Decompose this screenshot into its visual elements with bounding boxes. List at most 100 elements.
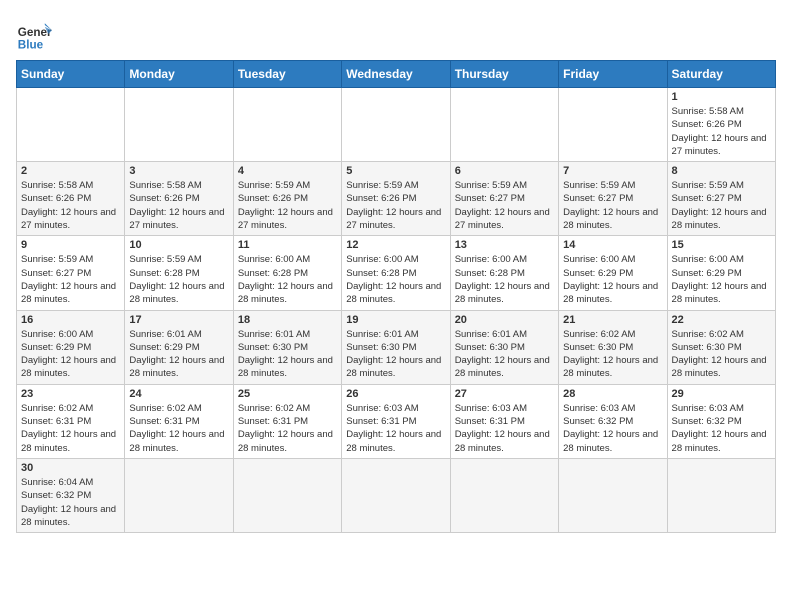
day-number: 25 bbox=[238, 388, 337, 400]
day-cell bbox=[233, 88, 341, 162]
calendar-table: SundayMondayTuesdayWednesdayThursdayFrid… bbox=[16, 60, 776, 533]
day-cell: 7 Sunrise: 5:59 AM Sunset: 6:27 PM Daylig… bbox=[559, 162, 667, 236]
day-cell bbox=[667, 458, 775, 532]
day-number: 17 bbox=[129, 314, 228, 326]
week-row-1: 1 Sunrise: 5:58 AM Sunset: 6:26 PM Daylig… bbox=[17, 88, 776, 162]
day-info: Sunrise: 6:00 AM Sunset: 6:29 PM Dayligh… bbox=[563, 253, 662, 306]
day-cell bbox=[233, 458, 341, 532]
day-number: 23 bbox=[21, 388, 120, 400]
week-row-4: 16 Sunrise: 6:00 AM Sunset: 6:29 PM Dayli… bbox=[17, 310, 776, 384]
weekday-header-monday: Monday bbox=[125, 61, 233, 88]
day-number: 30 bbox=[21, 462, 120, 474]
day-info: Sunrise: 5:58 AM Sunset: 6:26 PM Dayligh… bbox=[672, 105, 771, 158]
logo-icon: General Blue bbox=[16, 16, 52, 52]
header: General Blue bbox=[16, 16, 776, 52]
day-cell: 13 Sunrise: 6:00 AM Sunset: 6:28 PM Dayli… bbox=[450, 236, 558, 310]
day-cell: 8Sunrise: 5:59 AM Sunset: 6:27 PM Daylig… bbox=[667, 162, 775, 236]
day-info: Sunrise: 6:02 AM Sunset: 6:30 PM Dayligh… bbox=[563, 328, 662, 381]
day-info: Sunrise: 6:01 AM Sunset: 6:30 PM Dayligh… bbox=[346, 328, 445, 381]
day-number: 9 bbox=[21, 239, 120, 251]
day-cell: 9Sunrise: 5:59 AM Sunset: 6:27 PM Daylig… bbox=[17, 236, 125, 310]
day-cell: 20 Sunrise: 6:01 AM Sunset: 6:30 PM Dayli… bbox=[450, 310, 558, 384]
weekday-header-wednesday: Wednesday bbox=[342, 61, 450, 88]
day-info: Sunrise: 6:03 AM Sunset: 6:31 PM Dayligh… bbox=[346, 402, 445, 455]
day-cell bbox=[342, 458, 450, 532]
day-number: 16 bbox=[21, 314, 120, 326]
day-info: Sunrise: 6:02 AM Sunset: 6:31 PM Dayligh… bbox=[21, 402, 120, 455]
day-info: Sunrise: 5:59 AM Sunset: 6:27 PM Dayligh… bbox=[455, 179, 554, 232]
day-number: 1 bbox=[672, 91, 771, 103]
day-info: Sunrise: 6:01 AM Sunset: 6:30 PM Dayligh… bbox=[238, 328, 337, 381]
day-cell: 30 Sunrise: 6:04 AM Sunset: 6:32 PM Dayli… bbox=[17, 458, 125, 532]
weekday-header-tuesday: Tuesday bbox=[233, 61, 341, 88]
day-cell: 12Sunrise: 6:00 AM Sunset: 6:28 PM Dayli… bbox=[342, 236, 450, 310]
day-cell: 18 Sunrise: 6:01 AM Sunset: 6:30 PM Dayli… bbox=[233, 310, 341, 384]
day-cell bbox=[342, 88, 450, 162]
day-info: Sunrise: 6:02 AM Sunset: 6:31 PM Dayligh… bbox=[238, 402, 337, 455]
day-cell: 10Sunrise: 5:59 AM Sunset: 6:28 PM Dayli… bbox=[125, 236, 233, 310]
day-number: 5 bbox=[346, 165, 445, 177]
day-info: Sunrise: 6:00 AM Sunset: 6:29 PM Dayligh… bbox=[21, 328, 120, 381]
svg-text:Blue: Blue bbox=[18, 38, 44, 51]
day-info: Sunrise: 5:59 AM Sunset: 6:26 PM Dayligh… bbox=[346, 179, 445, 232]
day-number: 18 bbox=[238, 314, 337, 326]
day-cell: 22 Sunrise: 6:02 AM Sunset: 6:30 PM Dayli… bbox=[667, 310, 775, 384]
day-info: Sunrise: 6:00 AM Sunset: 6:29 PM Dayligh… bbox=[672, 253, 771, 306]
day-cell bbox=[450, 458, 558, 532]
day-info: Sunrise: 5:59 AM Sunset: 6:26 PM Dayligh… bbox=[238, 179, 337, 232]
day-info: Sunrise: 6:01 AM Sunset: 6:30 PM Dayligh… bbox=[455, 328, 554, 381]
weekday-header-row: SundayMondayTuesdayWednesdayThursdayFrid… bbox=[17, 61, 776, 88]
weekday-header-sunday: Sunday bbox=[17, 61, 125, 88]
day-number: 19 bbox=[346, 314, 445, 326]
day-number: 20 bbox=[455, 314, 554, 326]
svg-text:General: General bbox=[18, 26, 52, 39]
day-cell bbox=[125, 458, 233, 532]
day-number: 8 bbox=[672, 165, 771, 177]
day-cell: 14 Sunrise: 6:00 AM Sunset: 6:29 PM Dayli… bbox=[559, 236, 667, 310]
day-number: 28 bbox=[563, 388, 662, 400]
day-number: 24 bbox=[129, 388, 228, 400]
day-number: 3 bbox=[129, 165, 228, 177]
day-number: 27 bbox=[455, 388, 554, 400]
day-cell: 6Sunrise: 5:59 AM Sunset: 6:27 PM Daylig… bbox=[450, 162, 558, 236]
day-info: Sunrise: 5:58 AM Sunset: 6:26 PM Dayligh… bbox=[129, 179, 228, 232]
day-info: Sunrise: 6:00 AM Sunset: 6:28 PM Dayligh… bbox=[346, 253, 445, 306]
day-cell: 5 Sunrise: 5:59 AM Sunset: 6:26 PM Daylig… bbox=[342, 162, 450, 236]
day-info: Sunrise: 6:04 AM Sunset: 6:32 PM Dayligh… bbox=[21, 476, 120, 529]
day-cell: 3 Sunrise: 5:58 AM Sunset: 6:26 PM Daylig… bbox=[125, 162, 233, 236]
day-number: 26 bbox=[346, 388, 445, 400]
day-info: Sunrise: 5:59 AM Sunset: 6:28 PM Dayligh… bbox=[129, 253, 228, 306]
weekday-header-saturday: Saturday bbox=[667, 61, 775, 88]
day-number: 7 bbox=[563, 165, 662, 177]
day-number: 13 bbox=[455, 239, 554, 251]
day-cell bbox=[450, 88, 558, 162]
day-cell: 25 Sunrise: 6:02 AM Sunset: 6:31 PM Dayli… bbox=[233, 384, 341, 458]
day-cell: 27 Sunrise: 6:03 AM Sunset: 6:31 PM Dayli… bbox=[450, 384, 558, 458]
day-info: Sunrise: 6:01 AM Sunset: 6:29 PM Dayligh… bbox=[129, 328, 228, 381]
day-number: 22 bbox=[672, 314, 771, 326]
day-number: 29 bbox=[672, 388, 771, 400]
day-number: 11 bbox=[238, 239, 337, 251]
day-cell: 16 Sunrise: 6:00 AM Sunset: 6:29 PM Dayli… bbox=[17, 310, 125, 384]
day-cell bbox=[559, 458, 667, 532]
day-number: 21 bbox=[563, 314, 662, 326]
week-row-2: 2Sunrise: 5:58 AM Sunset: 6:26 PM Daylig… bbox=[17, 162, 776, 236]
day-info: Sunrise: 6:02 AM Sunset: 6:30 PM Dayligh… bbox=[672, 328, 771, 381]
day-info: Sunrise: 6:03 AM Sunset: 6:32 PM Dayligh… bbox=[672, 402, 771, 455]
day-info: Sunrise: 6:00 AM Sunset: 6:28 PM Dayligh… bbox=[455, 253, 554, 306]
day-cell bbox=[125, 88, 233, 162]
day-cell: 19 Sunrise: 6:01 AM Sunset: 6:30 PM Dayli… bbox=[342, 310, 450, 384]
week-row-6: 30 Sunrise: 6:04 AM Sunset: 6:32 PM Dayli… bbox=[17, 458, 776, 532]
week-row-3: 9Sunrise: 5:59 AM Sunset: 6:27 PM Daylig… bbox=[17, 236, 776, 310]
week-row-5: 23 Sunrise: 6:02 AM Sunset: 6:31 PM Dayli… bbox=[17, 384, 776, 458]
day-cell: 28Sunrise: 6:03 AM Sunset: 6:32 PM Dayli… bbox=[559, 384, 667, 458]
day-cell: 2Sunrise: 5:58 AM Sunset: 6:26 PM Daylig… bbox=[17, 162, 125, 236]
day-info: Sunrise: 5:58 AM Sunset: 6:26 PM Dayligh… bbox=[21, 179, 120, 232]
day-info: Sunrise: 6:02 AM Sunset: 6:31 PM Dayligh… bbox=[129, 402, 228, 455]
day-info: Sunrise: 6:03 AM Sunset: 6:31 PM Dayligh… bbox=[455, 402, 554, 455]
day-number: 14 bbox=[563, 239, 662, 251]
day-cell bbox=[17, 88, 125, 162]
day-cell: 1 Sunrise: 5:58 AM Sunset: 6:26 PM Daylig… bbox=[667, 88, 775, 162]
day-info: Sunrise: 5:59 AM Sunset: 6:27 PM Dayligh… bbox=[563, 179, 662, 232]
day-cell: 24 Sunrise: 6:02 AM Sunset: 6:31 PM Dayli… bbox=[125, 384, 233, 458]
